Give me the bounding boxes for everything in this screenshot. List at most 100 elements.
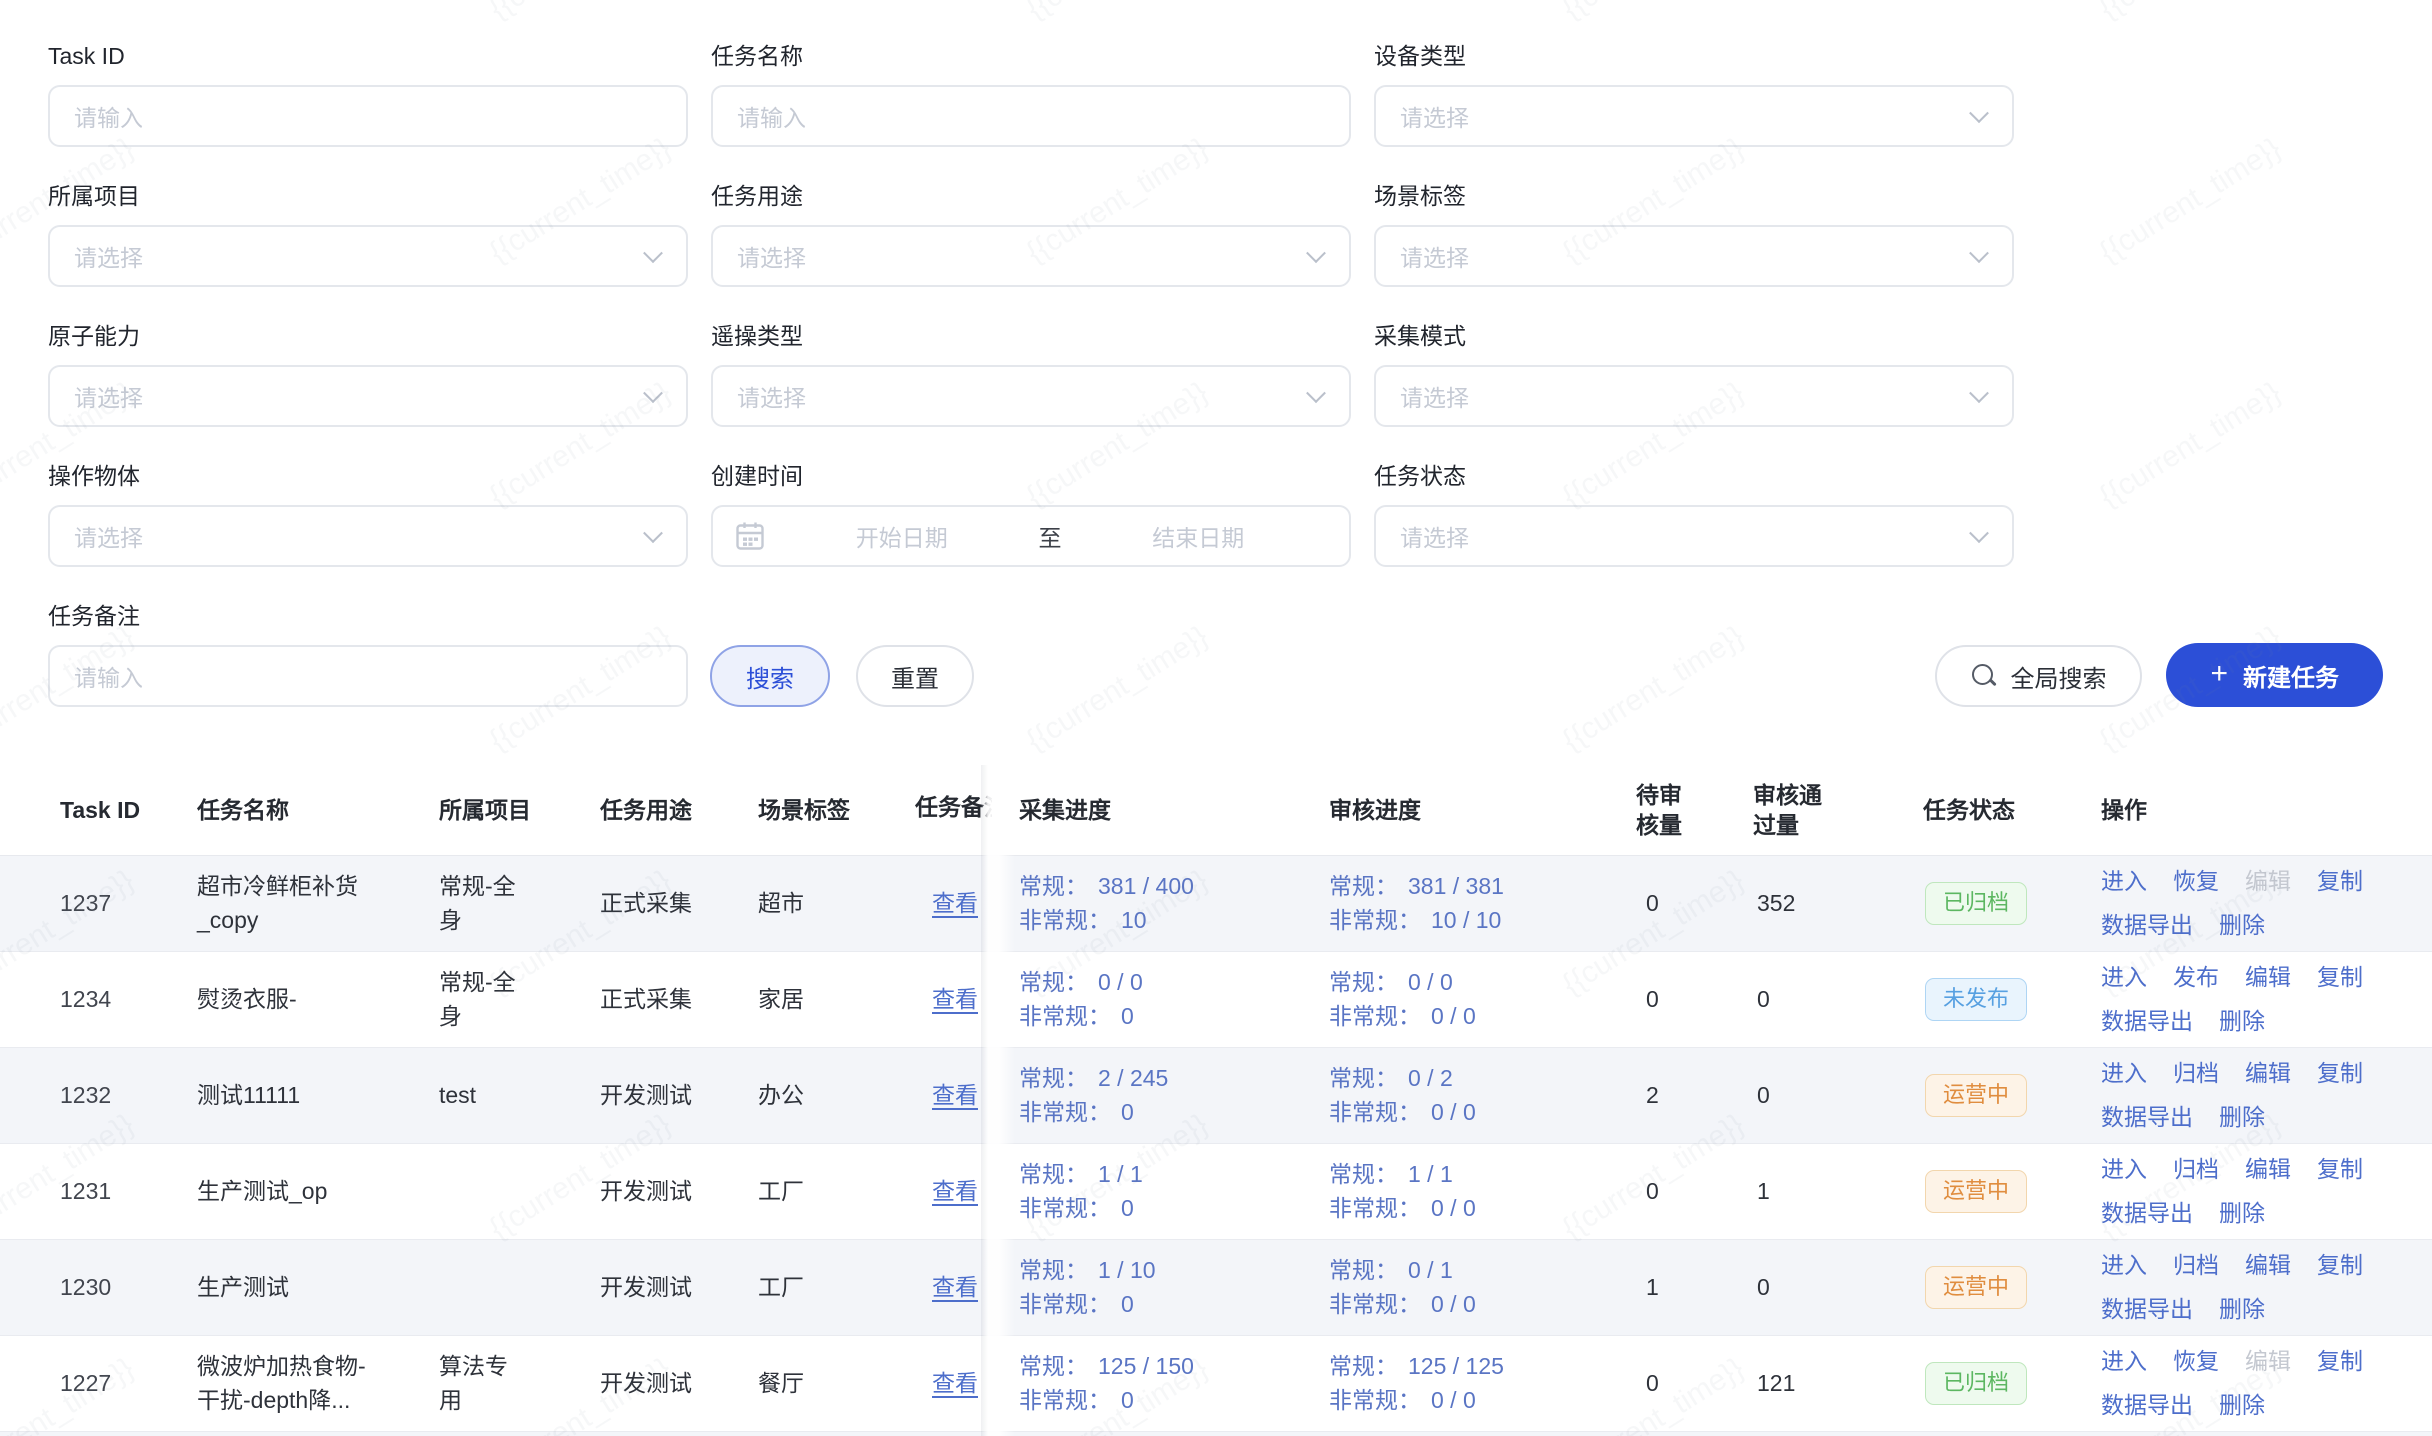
action-link-6[interactable]: 删除 xyxy=(2219,1296,2265,1322)
operate-object-select[interactable]: 请选择 xyxy=(48,505,688,567)
action-link-6[interactable]: 删除 xyxy=(2219,912,2265,938)
action-link-4[interactable]: 复制 xyxy=(2317,1252,2363,1278)
action-link-1[interactable]: 进入 xyxy=(2101,868,2147,894)
cell-scene-tag: 餐厅 xyxy=(758,1335,915,1431)
action-link-4[interactable]: 复制 xyxy=(2317,1060,2363,1086)
view-remark-link[interactable]: 查看 xyxy=(932,1274,978,1300)
action-link-3[interactable]: 编辑 xyxy=(2245,1060,2291,1086)
action-link-6[interactable]: 删除 xyxy=(2219,1104,2265,1130)
column-header-task-id: Task ID xyxy=(0,765,197,855)
table-row: 1232测试11111test开发测试办公查看常规：2 / 245非常规：0常规… xyxy=(0,1047,2432,1143)
filter-field-task-name: 任务名称请输入 xyxy=(711,42,1351,147)
view-remark-link[interactable]: 查看 xyxy=(932,1082,978,1108)
task-remark-input[interactable]: 请输入 xyxy=(48,645,688,707)
cell-scene-tag: 工厂 xyxy=(758,1239,915,1335)
atomic-ability-select[interactable]: 请选择 xyxy=(48,365,688,427)
progress-label: 非常规： xyxy=(1019,1191,1111,1225)
progress-value: 125 / 150 xyxy=(1098,1349,1194,1383)
cell-collect-progress: 常规：2 / 245非常规：0 xyxy=(1019,1047,1329,1143)
action-link-3[interactable]: 编辑 xyxy=(2245,964,2291,990)
progress-line-regular: 常规：1 / 1 xyxy=(1329,1157,1636,1191)
chevron-down-icon xyxy=(643,243,663,263)
column-header-label: 所属项目 xyxy=(439,795,531,825)
progress-value: 381 / 381 xyxy=(1408,869,1504,903)
cell-purpose: 开发测试 xyxy=(600,1047,758,1143)
action-link-2[interactable]: 发布 xyxy=(2173,964,2219,990)
view-remark-link[interactable]: 查看 xyxy=(932,986,978,1012)
cell-review-progress: 常规：0 / 0非常规：0 / 0 xyxy=(1329,951,1636,1047)
action-link-1[interactable]: 进入 xyxy=(2101,1156,2147,1182)
view-remark-link[interactable]: 查看 xyxy=(932,890,978,916)
column-header-label: 审核进度 xyxy=(1329,795,1421,825)
action-link-2[interactable]: 恢复 xyxy=(2173,868,2219,894)
view-remark-link[interactable]: 查看 xyxy=(932,1178,978,1204)
task-status-select[interactable]: 请选择 xyxy=(1374,505,2014,567)
action-link-6[interactable]: 删除 xyxy=(2219,1200,2265,1226)
progress-value: 0 / 0 xyxy=(1431,999,1476,1033)
progress-line-irregular: 非常规：0 xyxy=(1019,1383,1329,1417)
scene-tag-select[interactable]: 请选择 xyxy=(1374,225,2014,287)
action-link-1[interactable]: 进入 xyxy=(2101,1060,2147,1086)
progress-value: 1 / 10 xyxy=(1098,1253,1156,1287)
progress-label: 常规： xyxy=(1329,869,1398,903)
action-link-4[interactable]: 复制 xyxy=(2317,1348,2363,1374)
device-type-select[interactable]: 请选择 xyxy=(1374,85,2014,147)
progress-label: 非常规： xyxy=(1329,1287,1421,1321)
search-button[interactable]: 搜索 xyxy=(710,645,830,707)
action-link-5[interactable]: 数据导出 xyxy=(2101,912,2193,938)
create-task-button[interactable]: + 新建任务 xyxy=(2166,643,2383,707)
progress-label: 非常规： xyxy=(1329,1095,1421,1129)
project-select[interactable]: 请选择 xyxy=(48,225,688,287)
cell-task-remark: 查看 xyxy=(915,1143,1019,1239)
collect-mode-select[interactable]: 请选择 xyxy=(1374,365,2014,427)
action-link-5[interactable]: 数据导出 xyxy=(2101,1200,2193,1226)
action-link-1[interactable]: 进入 xyxy=(2101,964,2147,990)
task-name-input[interactable]: 请输入 xyxy=(711,85,1351,147)
action-link-3[interactable]: 编辑 xyxy=(2245,1156,2291,1182)
progress-label: 非常规： xyxy=(1329,999,1421,1033)
action-link-4[interactable]: 复制 xyxy=(2317,1156,2363,1182)
reset-button[interactable]: 重置 xyxy=(856,645,974,707)
purpose-select[interactable]: 请选择 xyxy=(711,225,1351,287)
cell-scene-tag: 工厂 xyxy=(758,1143,915,1239)
action-link-1[interactable]: 进入 xyxy=(2101,1348,2147,1374)
table-row: 1231生产测试_op开发测试工厂查看常规：1 / 1非常规：0常规：1 / 1… xyxy=(0,1143,2432,1239)
project-text: 常规-全身 xyxy=(439,869,525,937)
progress-label: 常规： xyxy=(1329,1061,1398,1095)
filter-grid: Task ID请输入任务名称请输入设备类型请选择所属项目请选择任务用途请选择场景… xyxy=(48,42,2432,567)
action-link-5[interactable]: 数据导出 xyxy=(2101,1104,2193,1130)
task-id-input[interactable]: 请输入 xyxy=(48,85,688,147)
action-link-2[interactable]: 归档 xyxy=(2173,1060,2219,1086)
progress-line-irregular: 非常规：10 / 10 xyxy=(1329,903,1636,937)
action-link-2[interactable]: 恢复 xyxy=(2173,1348,2219,1374)
cell-task-id: 1234 xyxy=(0,951,197,1047)
cell-task-id: 1237 xyxy=(0,855,197,951)
filter-actions: 搜索 重置 xyxy=(710,645,974,707)
teleop-type-select[interactable]: 请选择 xyxy=(711,365,1351,427)
cell-task-remark: 查看 xyxy=(915,1335,1019,1431)
action-link-1[interactable]: 进入 xyxy=(2101,1252,2147,1278)
cell-pending-review: 0 xyxy=(1636,1335,1753,1431)
action-link-4[interactable]: 复制 xyxy=(2317,964,2363,990)
progress-value: 0 xyxy=(1121,1383,1134,1417)
action-link-6[interactable]: 删除 xyxy=(2219,1392,2265,1418)
action-link-2[interactable]: 归档 xyxy=(2173,1252,2219,1278)
action-link-4[interactable]: 复制 xyxy=(2317,868,2363,894)
action-link-3[interactable]: 编辑 xyxy=(2245,1252,2291,1278)
view-remark-link[interactable]: 查看 xyxy=(932,1370,978,1396)
global-search-button[interactable]: 全局搜索 xyxy=(1935,645,2142,707)
action-link-2[interactable]: 归档 xyxy=(2173,1156,2219,1182)
cell-review-progress: 常规：1 / 1非常规：0 / 0 xyxy=(1329,1143,1636,1239)
progress-line-regular: 常规：1 / 1 xyxy=(1019,1157,1329,1191)
create-time-range[interactable]: 开始日期至结束日期 xyxy=(711,505,1351,567)
start-date-placeholder: 开始日期 xyxy=(771,519,1033,553)
action-link-5[interactable]: 数据导出 xyxy=(2101,1296,2193,1322)
select-placeholder: 请选择 xyxy=(1400,239,1469,273)
action-link-5[interactable]: 数据导出 xyxy=(2101,1392,2193,1418)
filter-bottom-row: 任务备注请输入 搜索 重置 全局搜索 + 新建任务 xyxy=(48,602,2432,707)
cell-review-passed: 0 xyxy=(1753,1047,1923,1143)
column-header-label: 审核通过量 xyxy=(1753,780,1827,840)
action-link-6[interactable]: 删除 xyxy=(2219,1008,2265,1034)
action-link-5[interactable]: 数据导出 xyxy=(2101,1008,2193,1034)
toolbar-actions: 全局搜索 + 新建任务 xyxy=(1935,643,2383,707)
